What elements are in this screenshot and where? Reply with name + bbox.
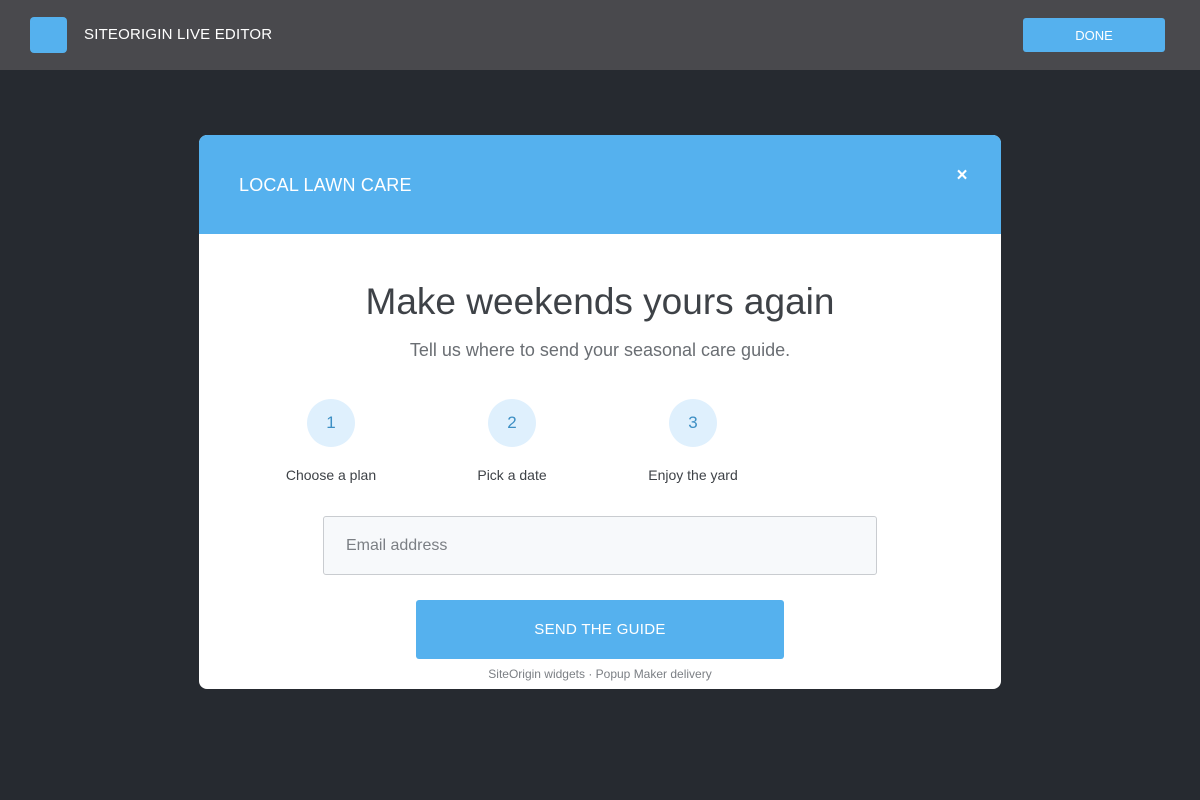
send-guide-button[interactable]: SEND THE GUIDE xyxy=(416,600,784,659)
app-title: SITEORIGIN LIVE EDITOR xyxy=(84,26,273,43)
footer-note: SiteOrigin widgets · Popup Maker deliver… xyxy=(488,667,712,681)
editor-topbar: SITEORIGIN LIVE EDITOR DONE xyxy=(0,0,1200,70)
step-number-badge: 3 xyxy=(669,399,717,447)
headline: Make weekends yours again xyxy=(365,281,835,322)
step-number-badge: 2 xyxy=(488,399,536,447)
modal-title: LOCAL LAWN CARE xyxy=(239,175,412,195)
step-2: 2 Pick a date xyxy=(442,399,582,484)
close-icon[interactable]: × xyxy=(952,166,972,186)
step-label: Choose a plan xyxy=(285,467,377,483)
step-label: Enjoy the yard xyxy=(648,467,738,483)
step-3: 3 Enjoy the yard xyxy=(623,399,763,484)
popup-modal: LOCAL LAWN CARE × Make weekends yours ag… xyxy=(199,135,1001,689)
step-number-badge: 1 xyxy=(307,399,355,447)
modal-header: LOCAL LAWN CARE × xyxy=(199,135,1001,234)
siteorigin-logo-icon xyxy=(30,17,67,53)
subheadline: Tell us where to send your seasonal care… xyxy=(409,340,791,360)
email-field[interactable] xyxy=(323,516,877,575)
step-1: 1 Choose a plan xyxy=(261,399,401,484)
done-button[interactable]: DONE xyxy=(1023,18,1165,52)
step-label: Pick a date xyxy=(477,467,547,483)
